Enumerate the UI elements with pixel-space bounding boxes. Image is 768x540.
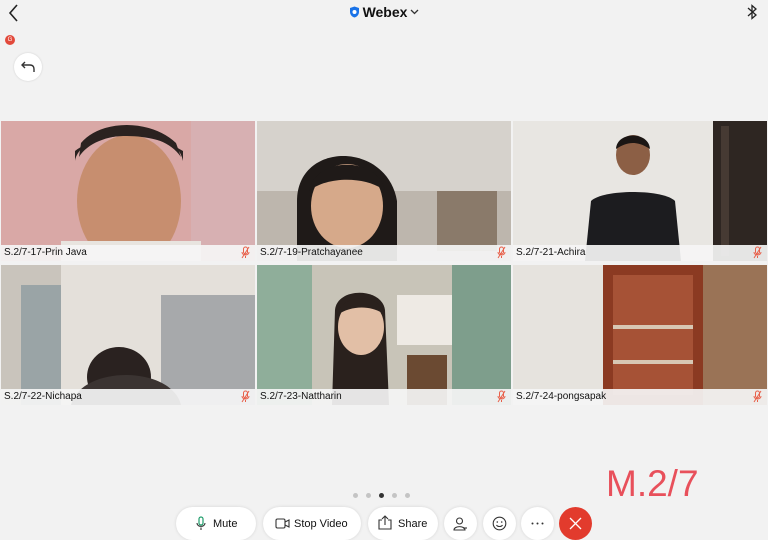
participant-video (1, 265, 255, 405)
participant-name: S.2/7-17-Prin Java (4, 247, 87, 258)
participant-video (513, 121, 767, 261)
app-title-menu[interactable]: Webex (0, 4, 768, 20)
bluetooth-icon (747, 4, 757, 20)
video-tile[interactable]: S.2/7-24-pongsapak (513, 265, 767, 405)
participant-name-bar: S.2/7-23-Nattharin (257, 389, 511, 405)
page-dot[interactable] (366, 493, 371, 498)
return-arrow-icon (21, 61, 35, 72)
participant-video (257, 265, 511, 405)
participant-name-bar: S.2/7-19-Pratchayanee (257, 245, 511, 261)
microphone-muted-icon (497, 390, 506, 403)
video-tile[interactable]: S.2/7-23-Nattharin (257, 265, 511, 405)
chevron-down-icon (410, 9, 419, 15)
video-tile[interactable]: S.2/7-17-Prin Java (1, 121, 255, 261)
video-tile[interactable]: S.2/7-19-Pratchayanee (257, 121, 511, 261)
top-bar: Webex (0, 0, 768, 26)
video-grid: S.2/7-17-Prin Java S.2/7-19-Pratchayanee (1, 121, 768, 407)
participant-video (1, 121, 255, 261)
share-label: Share (398, 518, 428, 530)
video-tile[interactable]: S.2/7-21-Achira (513, 121, 767, 261)
meeting-toolbar: Mute Stop Video Share (0, 507, 768, 540)
share-icon (378, 515, 392, 530)
page-dot[interactable] (353, 493, 358, 498)
more-options-icon (531, 522, 544, 525)
microphone-icon (196, 516, 206, 530)
microphone-muted-icon (753, 246, 762, 259)
microphone-muted-icon (241, 246, 250, 259)
page-dot[interactable] (405, 493, 410, 498)
participant-name-bar: S.2/7-22-Nichapa (1, 389, 255, 405)
video-camera-icon (275, 518, 290, 529)
mute-label: Mute (213, 518, 238, 530)
stop-video-button[interactable]: Stop Video (263, 507, 361, 540)
participant-video (513, 265, 767, 405)
participant-name: S.2/7-22-Nichapa (4, 391, 82, 402)
participant-name: S.2/7-19-Pratchayanee (260, 247, 363, 258)
share-button[interactable]: Share (368, 507, 438, 540)
microphone-muted-icon (497, 246, 506, 259)
participant-name: S.2/7-23-Nattharin (260, 391, 342, 402)
mute-button[interactable]: Mute (176, 507, 256, 540)
participants-icon (453, 517, 467, 531)
participant-name-bar: S.2/7-17-Prin Java (1, 245, 255, 261)
video-tile[interactable]: S.2/7-22-Nichapa (1, 265, 255, 405)
page-dot[interactable] (392, 493, 397, 498)
participant-name: S.2/7-24-pongsapak (516, 391, 607, 402)
page-indicator[interactable] (353, 485, 418, 498)
participant-video (257, 121, 511, 261)
emoji-icon (492, 516, 507, 531)
participant-name-bar: S.2/7-24-pongsapak (513, 389, 767, 405)
close-icon (569, 517, 582, 530)
page-dot-active[interactable] (379, 493, 384, 498)
class-label-overlay: M.2/7 (606, 463, 699, 504)
return-button[interactable] (14, 53, 42, 81)
participants-button[interactable] (444, 507, 477, 540)
participant-name-bar: S.2/7-21-Achira (513, 245, 767, 261)
stop-video-label: Stop Video (294, 518, 348, 530)
reactions-button[interactable] (483, 507, 516, 540)
app-title: Webex (362, 4, 408, 20)
microphone-muted-icon (241, 390, 250, 403)
end-meeting-button[interactable] (559, 507, 592, 540)
shield-icon (349, 6, 359, 18)
notification-badge: G (5, 35, 15, 45)
more-options-button[interactable] (521, 507, 554, 540)
microphone-muted-icon (753, 390, 762, 403)
participant-name: S.2/7-21-Achira (516, 247, 586, 258)
